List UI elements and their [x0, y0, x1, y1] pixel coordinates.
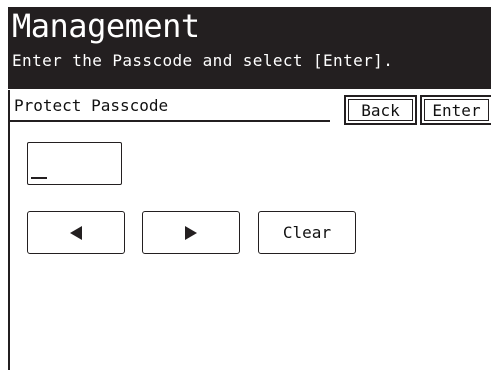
arrow-left-icon — [69, 225, 83, 240]
page-title: Management — [12, 7, 200, 45]
passcode-panel: Protect Passcode Back Enter Clear — [8, 90, 491, 370]
arrow-right-icon — [184, 225, 198, 240]
clear-button-label: Clear — [282, 223, 332, 242]
field-label: Protect Passcode — [14, 96, 169, 115]
instruction-text: Enter the Passcode and select [Enter]. — [12, 51, 394, 70]
back-button[interactable]: Back — [344, 95, 417, 125]
clear-button[interactable]: Clear — [258, 211, 356, 254]
cursor-left-button[interactable] — [27, 211, 125, 254]
text-cursor — [31, 177, 47, 179]
label-underline — [10, 120, 330, 122]
enter-button[interactable]: Enter — [420, 95, 491, 125]
passcode-input[interactable] — [27, 142, 122, 185]
header-bar: Management Enter the Passcode and select… — [8, 7, 491, 89]
back-button-label: Back — [348, 99, 413, 121]
cursor-right-button[interactable] — [142, 211, 240, 254]
enter-button-label: Enter — [424, 99, 489, 121]
